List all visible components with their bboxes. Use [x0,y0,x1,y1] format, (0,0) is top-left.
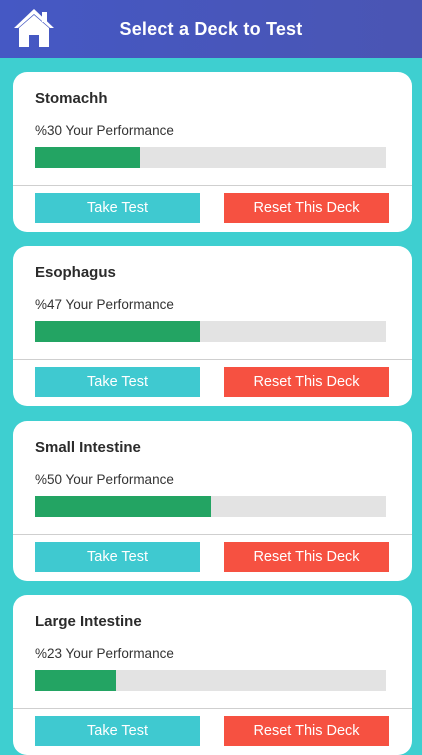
deck-card-small-intestine: Small Intestine %50 Your Performance Tak… [13,421,412,581]
performance-bar [35,147,386,168]
performance-label: %50 Your Performance [35,472,174,487]
performance-label: %47 Your Performance [35,297,174,312]
performance-bar-fill [35,670,116,691]
deck-title: Stomachh [35,90,108,107]
take-test-button[interactable]: Take Test [35,716,200,746]
performance-bar-fill [35,496,211,517]
performance-bar [35,670,386,691]
reset-deck-button[interactable]: Reset This Deck [224,193,389,223]
deck-title: Small Intestine [35,439,141,456]
card-divider [13,534,412,535]
deck-card-large-intestine: Large Intestine %23 Your Performance Tak… [13,595,412,755]
home-icon [14,9,54,47]
deck-card-stomach: Stomachh %30 Your Performance Take Test … [13,72,412,232]
deck-title: Large Intestine [35,613,142,630]
reset-deck-button[interactable]: Reset This Deck [224,716,389,746]
page-title: Select a Deck to Test [119,18,303,39]
home-button[interactable] [12,6,56,50]
performance-label: %30 Your Performance [35,123,174,138]
take-test-button[interactable]: Take Test [35,542,200,572]
performance-bar [35,496,386,517]
card-divider [13,185,412,186]
take-test-button[interactable]: Take Test [35,193,200,223]
reset-deck-button[interactable]: Reset This Deck [224,542,389,572]
deck-card-esophagus: Esophagus %47 Your Performance Take Test… [13,246,412,406]
app-header: Select a Deck to Test [0,0,422,58]
performance-bar [35,321,386,342]
performance-bar-fill [35,147,141,168]
take-test-button[interactable]: Take Test [35,367,200,397]
reset-deck-button[interactable]: Reset This Deck [224,367,389,397]
card-divider [13,708,412,709]
deck-title: Esophagus [35,264,116,281]
performance-label: %23 Your Performance [35,646,174,661]
performance-bar-fill [35,321,200,342]
card-divider [13,359,412,360]
